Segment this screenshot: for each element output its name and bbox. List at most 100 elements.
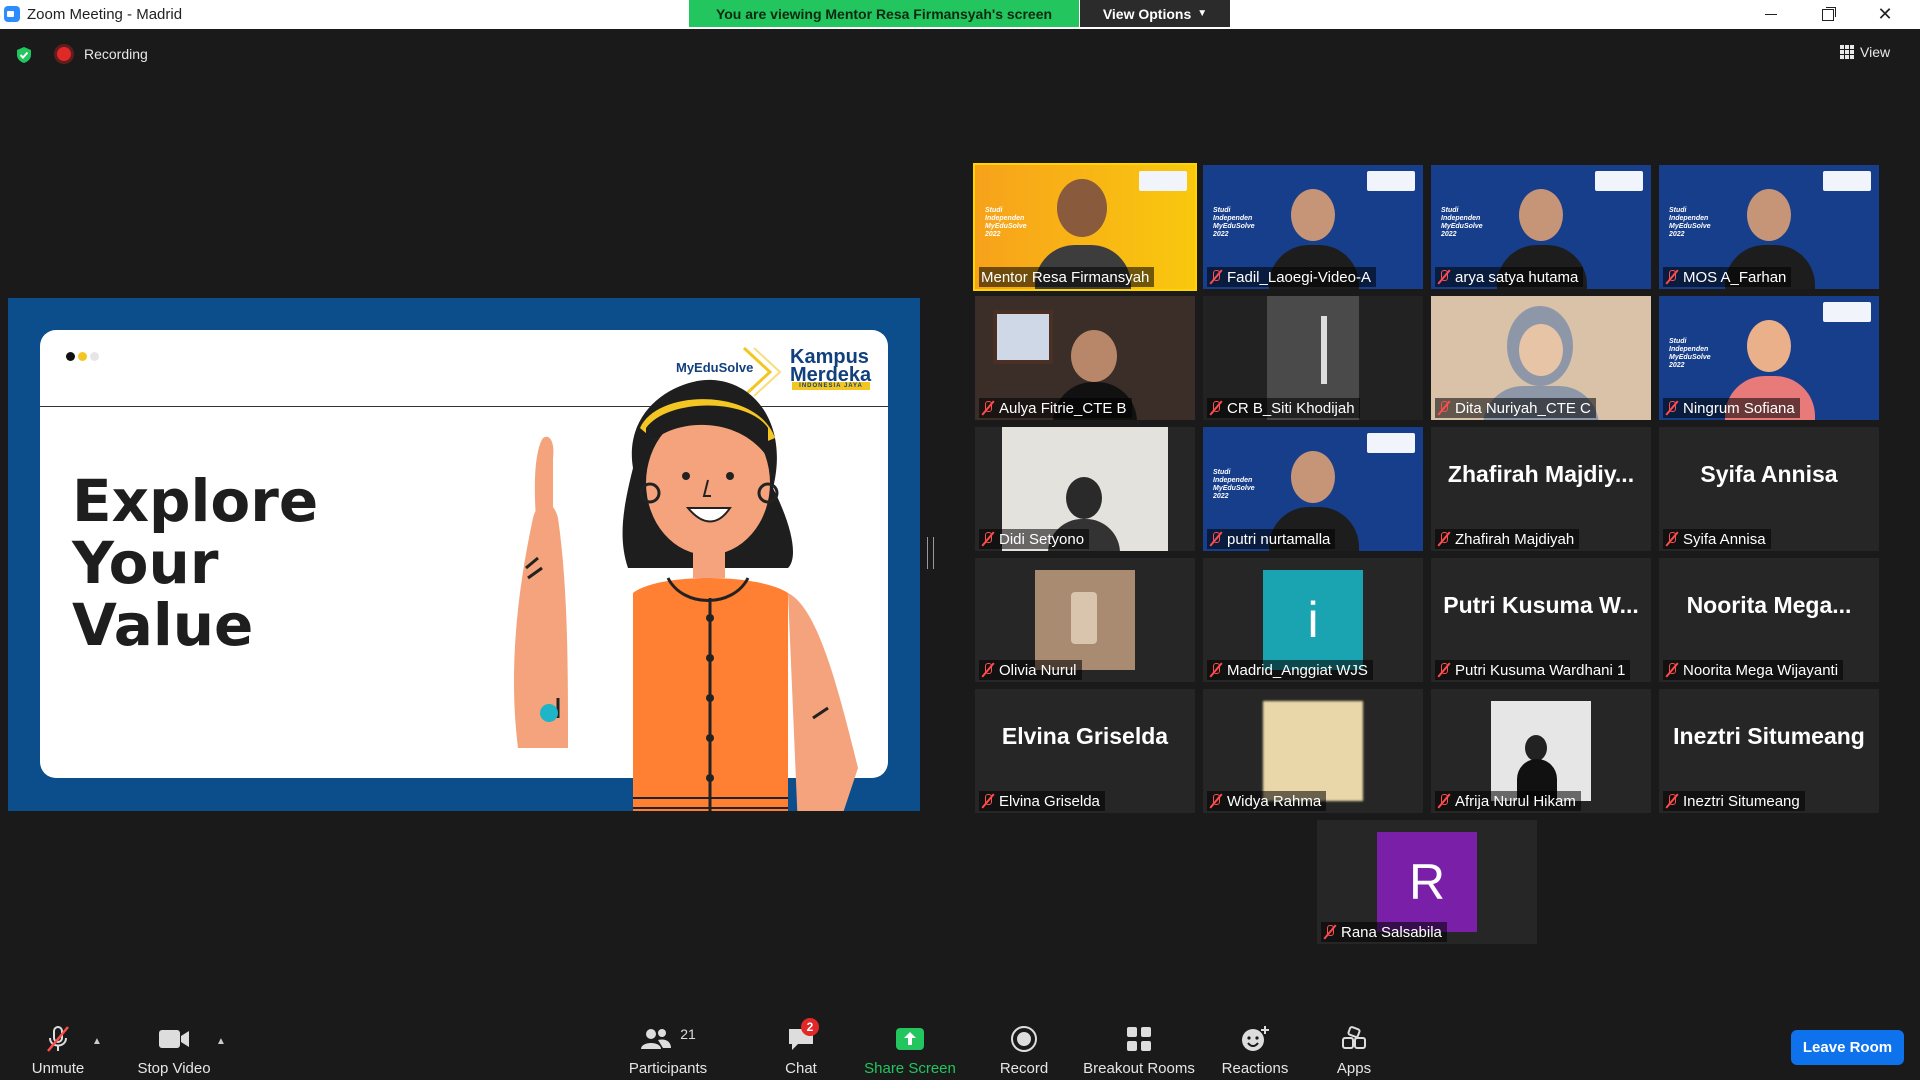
meeting-toolbar: Unmute ▲ Stop Video ▲ 21 Participants 2 … bbox=[0, 1008, 1920, 1080]
share-screen-icon bbox=[886, 1020, 934, 1058]
mic-muted-icon bbox=[1665, 662, 1679, 678]
avatar-letter: i bbox=[1307, 592, 1319, 648]
participant-display-name: Putri Kusuma W... bbox=[1443, 592, 1639, 618]
participant-tile[interactable]: Studi Independen MyEduSolve 2022 MOS A_Farh… bbox=[1659, 165, 1879, 289]
participant-tile[interactable]: i Madrid_Anggiat WJS bbox=[1203, 558, 1423, 682]
participant-name-plate: Ningrum Sofiana bbox=[1663, 398, 1800, 418]
stop-video-button[interactable]: Stop Video bbox=[134, 1008, 214, 1080]
view-button[interactable]: View bbox=[1840, 40, 1906, 64]
participant-video: i bbox=[1263, 570, 1363, 670]
participant-tile[interactable]: Olivia Nurul bbox=[975, 558, 1195, 682]
mic-muted-icon bbox=[981, 531, 995, 547]
smiley-plus-icon bbox=[1231, 1020, 1279, 1058]
participant-name-plate: Noorita Mega Wijayanti bbox=[1663, 660, 1844, 680]
participant-tile[interactable]: Studi Independen MyEduSolve 2022 arya satya… bbox=[1431, 165, 1651, 289]
participant-tile[interactable]: Putri Kusuma W... Putri Kusuma Wardhani 1 bbox=[1431, 558, 1651, 682]
chat-label: Chat bbox=[785, 1060, 817, 1077]
participant-name-plate: Syifa Annisa bbox=[1663, 529, 1771, 549]
participants-count: 21 bbox=[680, 1026, 696, 1042]
reactions-label: Reactions bbox=[1221, 1060, 1289, 1077]
participant-name: Aulya Fitrie_CTE B bbox=[999, 399, 1127, 417]
leave-room-button[interactable]: Leave Room bbox=[1791, 1030, 1904, 1065]
participant-video bbox=[1491, 701, 1591, 801]
audio-options-caret-icon[interactable]: ▲ bbox=[92, 1036, 102, 1047]
recording-icon[interactable] bbox=[57, 47, 71, 61]
participant-tile[interactable]: R Rana Salsabila bbox=[1317, 820, 1537, 944]
participant-tile[interactable]: Noorita Mega... Noorita Mega Wijayanti bbox=[1659, 558, 1879, 682]
video-options-caret-icon[interactable]: ▲ bbox=[216, 1036, 226, 1047]
participant-video bbox=[1035, 570, 1135, 670]
participant-tile[interactable]: Syifa Annisa Syifa Annisa bbox=[1659, 427, 1879, 551]
share-screen-button[interactable]: Share Screen bbox=[862, 1008, 958, 1080]
participant-name: Afrija Nurul Hikam bbox=[1455, 792, 1576, 810]
chat-button[interactable]: 2 Chat bbox=[776, 1008, 826, 1080]
reactions-button[interactable]: Reactions bbox=[1220, 1008, 1290, 1080]
participant-name: Elvina Griselda bbox=[999, 792, 1100, 810]
restore-icon bbox=[1822, 8, 1834, 21]
mic-muted-icon bbox=[981, 400, 995, 416]
participant-tile[interactable]: Studi Independen MyEduSolve 2022 Ningrum So… bbox=[1659, 296, 1879, 420]
mic-muted-icon bbox=[1437, 662, 1451, 678]
participant-tile[interactable]: Studi Independen MyEduSolve 2022 Fadil_Laoe… bbox=[1203, 165, 1423, 289]
participant-name-plate: Widya Rahma bbox=[1207, 791, 1327, 811]
mic-muted-icon bbox=[34, 1020, 82, 1058]
unmute-label: Unmute bbox=[31, 1060, 85, 1077]
grid-view-icon bbox=[1840, 45, 1854, 59]
participants-button[interactable]: 21 Participants bbox=[622, 1008, 714, 1080]
mic-muted-icon bbox=[1665, 531, 1679, 547]
participant-video: R bbox=[1377, 832, 1477, 932]
participant-tile[interactable]: Dita Nuriyah_CTE C bbox=[1431, 296, 1651, 420]
shared-screen[interactable]: MyEduSolve Kampus Merdeka INDONESIA JAYA… bbox=[8, 298, 920, 811]
breakout-rooms-button[interactable]: Breakout Rooms bbox=[1082, 1008, 1196, 1080]
participant-name-plate: CR B_Siti Khodijah bbox=[1207, 398, 1360, 418]
participant-tile[interactable]: Afrija Nurul Hikam bbox=[1431, 689, 1651, 813]
participant-tile[interactable]: Studi Independen MyEduSolve 2022 Mentor Res… bbox=[973, 163, 1197, 291]
participant-name: putri nurtamalla bbox=[1227, 530, 1331, 548]
view-options-label: View Options bbox=[1102, 5, 1192, 22]
participant-display-name: Syifa Annisa bbox=[1700, 461, 1838, 487]
participant-tile[interactable]: CR B_Siti Khodijah bbox=[1203, 296, 1423, 420]
slide-dots bbox=[66, 352, 99, 361]
zoom-app-icon bbox=[4, 6, 20, 22]
mic-muted-icon bbox=[1209, 793, 1223, 809]
mic-muted-icon bbox=[1665, 400, 1679, 416]
window-title: Zoom Meeting - Madrid bbox=[27, 6, 183, 23]
minimize-icon bbox=[1765, 14, 1777, 15]
participant-tile[interactable]: Didi Setyono bbox=[975, 427, 1195, 551]
record-button[interactable]: Record bbox=[998, 1008, 1050, 1080]
participant-tile[interactable]: Zhafirah Majdiy... Zhafirah Majdiyah bbox=[1431, 427, 1651, 551]
participant-name: Dita Nuriyah_CTE C bbox=[1455, 399, 1591, 417]
security-shield-icon[interactable] bbox=[15, 46, 33, 64]
participant-name-plate: Fadil_Laoegi-Video-A bbox=[1207, 267, 1376, 287]
participant-tile[interactable]: Widya Rahma bbox=[1203, 689, 1423, 813]
participant-display-name: Elvina Griselda bbox=[1001, 723, 1169, 749]
mic-muted-icon bbox=[1437, 793, 1451, 809]
woman-pointing-illustration bbox=[513, 379, 858, 811]
breakout-rooms-label: Breakout Rooms bbox=[1083, 1060, 1195, 1077]
participant-name: Fadil_Laoegi-Video-A bbox=[1227, 268, 1371, 286]
restore-button[interactable] bbox=[1805, 0, 1851, 29]
view-options-button[interactable]: View Options ▼ bbox=[1080, 0, 1230, 27]
chevron-down-icon: ▼ bbox=[1197, 8, 1208, 19]
participant-tile[interactable]: Aulya Fitrie_CTE B bbox=[975, 296, 1195, 420]
participant-name: Ningrum Sofiana bbox=[1683, 399, 1795, 417]
apps-button[interactable]: Apps bbox=[1330, 1008, 1378, 1080]
recording-label[interactable]: Recording bbox=[84, 46, 148, 62]
close-window-button[interactable]: ✕ bbox=[1862, 0, 1908, 29]
participant-name-plate: Afrija Nurul Hikam bbox=[1435, 791, 1581, 811]
mic-muted-icon bbox=[1437, 269, 1451, 285]
chat-bubble-icon: 2 bbox=[777, 1018, 825, 1058]
unmute-button[interactable]: Unmute bbox=[28, 1008, 88, 1080]
participant-tile[interactable]: Elvina Griselda Elvina Griselda bbox=[975, 689, 1195, 813]
participant-name: Didi Setyono bbox=[999, 530, 1085, 548]
participant-tile[interactable]: Studi Independen MyEduSolve 2022 putri nurt… bbox=[1203, 427, 1423, 551]
participant-name-plate: Elvina Griselda bbox=[979, 791, 1105, 811]
participant-tile[interactable]: Ineztri Situmeang Ineztri Situmeang bbox=[1659, 689, 1879, 813]
resize-handle[interactable] bbox=[927, 537, 934, 569]
mic-muted-icon bbox=[1665, 793, 1679, 809]
mic-muted-icon bbox=[1437, 400, 1451, 416]
mic-muted-icon bbox=[1209, 662, 1223, 678]
mic-muted-icon bbox=[1323, 924, 1337, 940]
minimize-button[interactable] bbox=[1748, 0, 1794, 29]
apps-label: Apps bbox=[1336, 1060, 1372, 1077]
